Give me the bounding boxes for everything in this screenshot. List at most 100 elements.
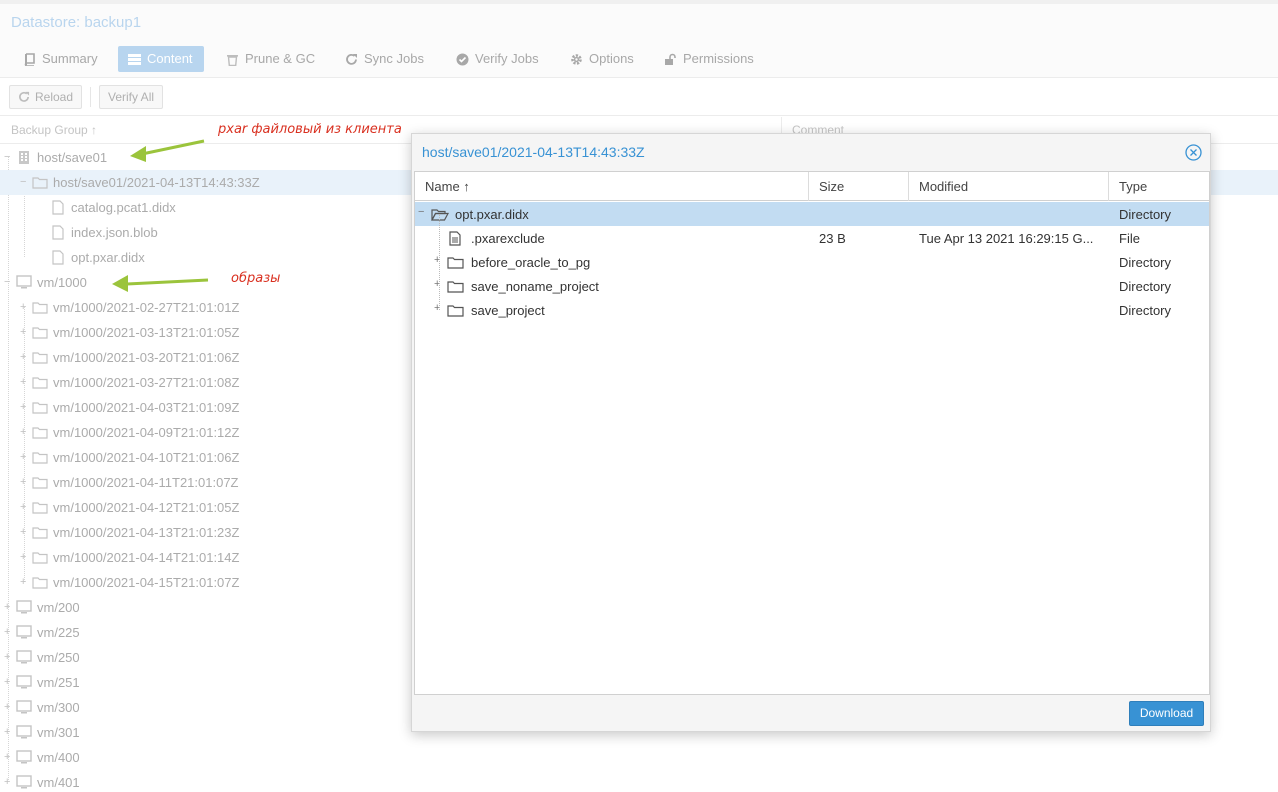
refresh-icon xyxy=(346,53,357,65)
expand-icon[interactable]: + xyxy=(4,752,13,763)
monitor-icon xyxy=(16,775,32,789)
dialog-footer: Download xyxy=(412,695,1210,731)
file-icon xyxy=(52,200,64,215)
tree-row-label: vm/1000/2021-04-11T21:01:07Z xyxy=(53,475,239,490)
annotation-images: образы xyxy=(231,271,281,286)
reload-button[interactable]: Reload xyxy=(9,85,83,109)
dialog-header: host/save01/2021-04-13T14:43:33Z xyxy=(412,134,1210,171)
tree-row-label: vm/1000/2021-04-15T21:01:07Z xyxy=(53,575,240,590)
expand-icon[interactable]: + xyxy=(20,527,29,538)
tab-verify-jobs[interactable]: Verify Jobs xyxy=(450,46,545,72)
tab-summary-label: Summary xyxy=(42,51,98,66)
expand-icon[interactable]: + xyxy=(20,377,29,388)
collapse-icon[interactable]: − xyxy=(418,207,427,218)
folder-icon xyxy=(32,452,48,464)
expand-icon[interactable]: + xyxy=(20,327,29,338)
unlock-icon xyxy=(665,53,676,65)
datastore-header: Datastore: backup1 xyxy=(0,4,1278,40)
column-modified[interactable]: Modified xyxy=(909,172,1109,201)
tree-group-row[interactable]: + vm/401 xyxy=(0,770,1278,792)
download-button[interactable]: Download xyxy=(1129,701,1204,726)
folder-icon xyxy=(32,352,48,364)
tree-row-label: vm/301 xyxy=(37,725,80,740)
annotation-pxar: pxar файловый из клиента xyxy=(218,122,402,137)
tree-row-label: vm/200 xyxy=(37,600,80,615)
column-name[interactable]: Name ↑ xyxy=(415,172,809,201)
file-icon xyxy=(52,250,64,265)
cell-type: Directory xyxy=(1119,255,1172,270)
expand-icon[interactable]: + xyxy=(4,677,13,688)
file-icon xyxy=(52,225,64,240)
expand-icon[interactable]: + xyxy=(20,402,29,413)
directory-row[interactable]: − opt.pxar.didx Directory xyxy=(415,202,1209,226)
collapse-icon[interactable]: − xyxy=(4,152,13,163)
tree-row-label: vm/401 xyxy=(37,775,80,790)
tab-permissions[interactable]: Permissions xyxy=(658,46,760,72)
expand-icon[interactable]: + xyxy=(4,727,13,738)
tree-row-label: vm/1000/2021-04-10T21:01:06Z xyxy=(53,450,240,465)
expand-icon[interactable]: + xyxy=(20,427,29,438)
directory-row[interactable]: + before_oracle_to_pg Directory xyxy=(415,250,1209,274)
column-size[interactable]: Size xyxy=(809,172,909,201)
tree-row-label: vm/400 xyxy=(37,750,80,765)
expand-icon xyxy=(38,203,47,212)
expand-icon[interactable]: + xyxy=(20,477,29,488)
expand-icon[interactable]: + xyxy=(20,302,29,313)
directory-row[interactable]: + save_noname_project Directory xyxy=(415,274,1209,298)
expand-icon[interactable]: + xyxy=(4,602,13,613)
toolbar: Reload Verify All xyxy=(0,79,1278,116)
tree-row-label: vm/1000/2021-03-20T21:01:06Z xyxy=(53,350,240,365)
expand-icon xyxy=(38,253,47,262)
monitor-icon xyxy=(16,275,32,289)
toolbar-separator xyxy=(90,87,91,107)
monitor-icon xyxy=(16,675,32,689)
column-backup-group[interactable]: Backup Group ↑ xyxy=(11,123,97,137)
expand-icon[interactable]: + xyxy=(20,352,29,363)
cell-type: File xyxy=(1119,231,1140,246)
expand-icon[interactable]: + xyxy=(4,627,13,638)
expand-icon[interactable]: + xyxy=(20,502,29,513)
expand-icon[interactable]: + xyxy=(20,452,29,463)
expand-icon[interactable]: + xyxy=(20,577,29,588)
folder-icon xyxy=(32,177,48,189)
cell-name: save_project xyxy=(471,303,545,318)
tree-row-label: vm/1000/2021-03-13T21:01:05Z xyxy=(53,325,240,340)
file-row[interactable]: .pxarexclude 23 B Tue Apr 13 2021 16:29:15… xyxy=(415,226,1209,250)
close-icon[interactable] xyxy=(1185,144,1202,161)
directory-row[interactable]: + save_project Directory xyxy=(415,298,1209,322)
tree-row-label: vm/1000/2021-04-09T21:01:12Z xyxy=(53,425,240,440)
tree-group-row[interactable]: + vm/400 xyxy=(0,745,1278,770)
tab-sync-jobs[interactable]: Sync Jobs xyxy=(339,46,430,72)
tab-bar: Summary Content Prune & GC Sync Jobs Ver… xyxy=(0,40,1278,78)
tree-row-label: vm/1000/2021-03-27T21:01:08Z xyxy=(53,375,240,390)
column-type-label: Type xyxy=(1119,179,1148,194)
page-title: Datastore: backup1 xyxy=(11,14,142,31)
gear-icon xyxy=(571,53,582,65)
tab-content[interactable]: Content xyxy=(118,46,204,72)
tab-summary[interactable]: Summary xyxy=(17,46,104,72)
collapse-icon[interactable]: − xyxy=(20,177,29,188)
tab-options[interactable]: Options xyxy=(564,46,640,72)
trash-icon xyxy=(227,54,238,66)
cell-name: save_noname_project xyxy=(471,279,599,294)
folder-icon xyxy=(447,281,464,293)
file-text-icon xyxy=(449,231,461,246)
folder-icon xyxy=(447,257,464,269)
tree-row-label: host/save01 xyxy=(37,150,108,165)
collapse-icon[interactable]: − xyxy=(4,277,13,288)
file-grid-header: Name ↑ Size Modified Type xyxy=(415,172,1209,201)
file-browser-dialog: host/save01/2021-04-13T14:43:33Z Name ↑ … xyxy=(411,133,1211,732)
refresh-icon xyxy=(19,91,30,102)
verify-all-button[interactable]: Verify All xyxy=(99,85,164,109)
tree-row-label: vm/1000 xyxy=(37,275,87,290)
tab-prune-gc[interactable]: Prune & GC xyxy=(220,46,321,72)
expand-icon[interactable]: + xyxy=(4,652,13,663)
expand-icon[interactable]: + xyxy=(20,552,29,563)
column-type[interactable]: Type xyxy=(1109,172,1209,201)
expand-icon[interactable]: + xyxy=(4,777,13,788)
expand-icon[interactable]: + xyxy=(4,702,13,713)
tree-row-label: vm/1000/2021-04-13T21:01:23Z xyxy=(53,525,240,540)
monitor-icon xyxy=(16,700,32,714)
monitor-icon xyxy=(16,750,32,764)
monitor-icon xyxy=(16,725,32,739)
